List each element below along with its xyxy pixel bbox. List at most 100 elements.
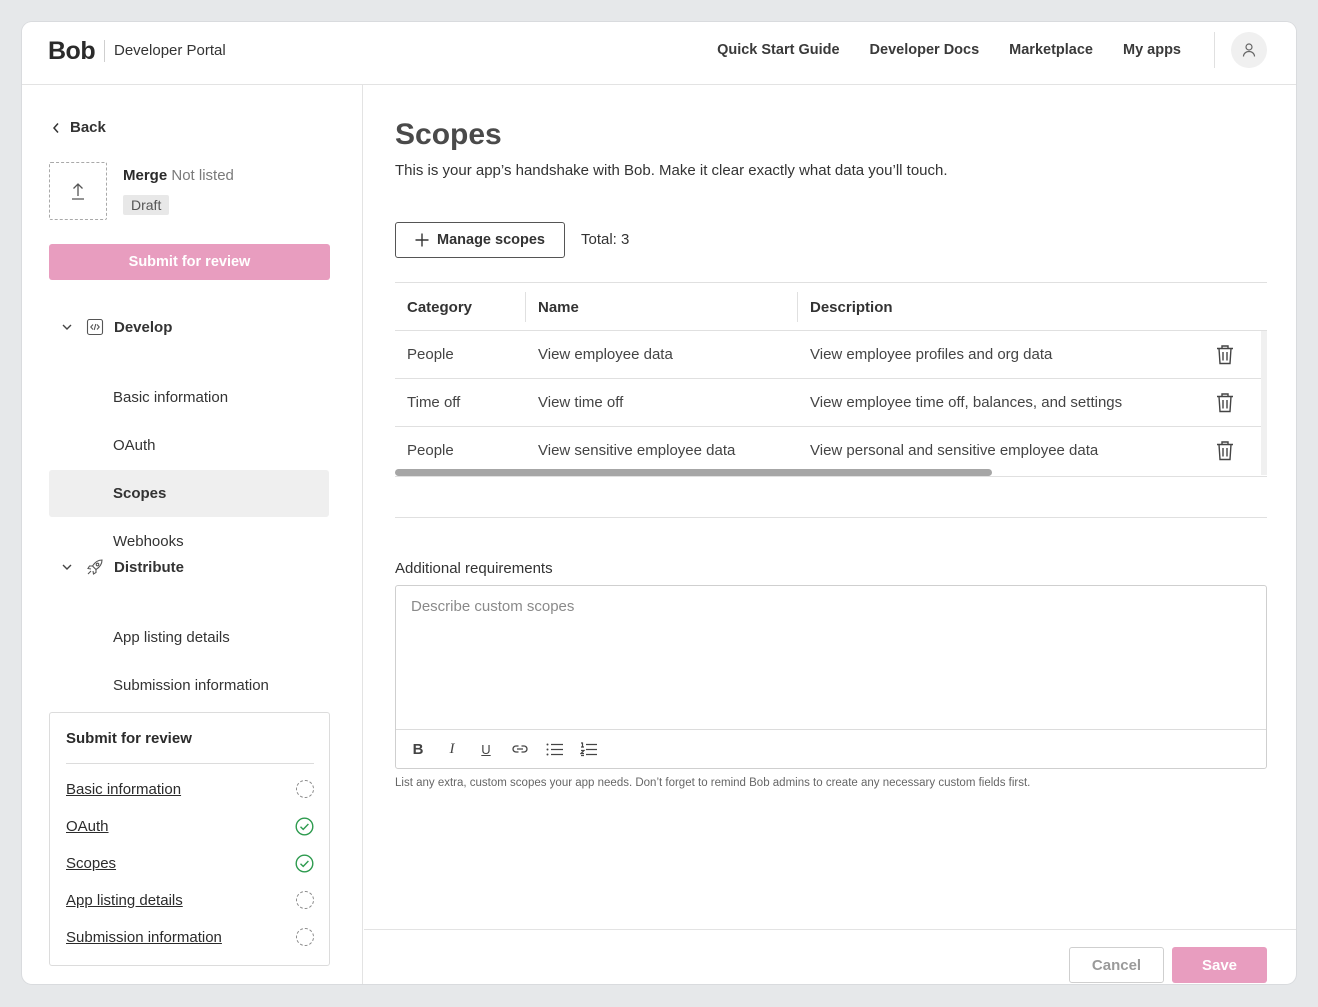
cell-description: View personal and sensitive employee dat… (810, 442, 1099, 459)
app-window: Bob Developer Portal Quick Start Guide D… (22, 22, 1296, 984)
footer-bar: Cancel Save (364, 929, 1296, 984)
sidebar-item-oauth[interactable]: OAuth (49, 422, 329, 469)
scopes-table: Category Name Description People View em… (395, 282, 1267, 477)
nav-group-develop[interactable]: Develop (62, 318, 172, 336)
app-name: Merge (123, 167, 168, 184)
table-row: People View employee data View employee … (395, 331, 1261, 379)
italic-icon[interactable]: I (442, 739, 462, 759)
chevron-down-icon (62, 324, 72, 330)
link-icon[interactable] (510, 739, 530, 759)
save-button[interactable]: Save (1172, 947, 1267, 983)
top-nav: Quick Start Guide Developer Docs Marketp… (717, 42, 1181, 58)
sidebar: Back Merge Not listed Draft Submit for r… (22, 85, 363, 984)
incomplete-circle-icon (296, 780, 314, 798)
back-link[interactable]: Back (52, 119, 106, 136)
trash-icon[interactable] (1215, 392, 1235, 413)
rocket-icon (87, 559, 103, 575)
checklist-link-submission-information[interactable]: Submission information (66, 929, 222, 946)
status-badge: Draft (123, 195, 170, 215)
avatar[interactable] (1231, 32, 1267, 68)
app-name-line: Merge Not listed (123, 167, 234, 184)
table-row: People View sensitive employee data View… (395, 427, 1261, 475)
additional-requirements-label: Additional requirements (395, 560, 553, 577)
checklist-link-app-listing-details[interactable]: App listing details (66, 892, 183, 909)
numbered-list-icon[interactable] (578, 739, 598, 759)
nav-divider (1214, 32, 1215, 68)
manage-scopes-button[interactable]: Manage scopes (395, 222, 565, 258)
nav-group-distribute[interactable]: Distribute (62, 558, 184, 576)
cancel-button[interactable]: Cancel (1069, 947, 1164, 983)
bob-logo[interactable]: Bob (48, 37, 96, 66)
cell-description: View employee profiles and org data (810, 346, 1053, 363)
cell-category: People (407, 346, 454, 363)
page-title: Scopes (395, 118, 502, 151)
review-checklist: Submit for review Basic information OAut… (49, 712, 330, 966)
sidebar-item-scopes[interactable]: Scopes (49, 470, 329, 517)
editor-toolbar: B I U (396, 729, 1266, 768)
checklist-link-oauth[interactable]: OAuth (66, 818, 109, 835)
cell-name: View time off (538, 394, 624, 411)
additional-requirements-input[interactable] (396, 586, 1266, 729)
incomplete-circle-icon (296, 928, 314, 946)
check-circle-icon (295, 817, 314, 836)
scopes-total: Total: 3 (581, 231, 630, 248)
cell-category: Time off (407, 394, 461, 411)
trash-icon[interactable] (1215, 344, 1235, 365)
horizontal-scrollbar[interactable] (395, 469, 992, 476)
column-header-description[interactable]: Description (810, 299, 893, 316)
upload-icon (72, 183, 84, 200)
user-icon (1242, 43, 1256, 57)
main-content: Scopes This is your app’s handshake with… (364, 85, 1296, 984)
column-resizer[interactable] (525, 292, 526, 322)
cell-name: View employee data (538, 346, 673, 363)
rich-text-editor: B I U (395, 585, 1267, 769)
checklist-item: OAuth (66, 817, 314, 836)
plus-icon (415, 233, 429, 247)
cell-category: People (407, 442, 454, 459)
table-header: Category Name Description (395, 283, 1267, 331)
chevron-down-icon (62, 564, 72, 570)
cell-name: View sensitive employee data (538, 442, 736, 459)
chevron-left-icon (52, 122, 59, 133)
page-subtitle: This is your app’s handshake with Bob. M… (395, 162, 948, 179)
checklist-item: App listing details (66, 891, 314, 909)
checklist-link-basic-information[interactable]: Basic information (66, 781, 181, 798)
portal-title: Developer Portal (114, 42, 226, 59)
sidebar-item-basic-information[interactable]: Basic information (49, 374, 329, 421)
sidebar-item-submission-information[interactable]: Submission information (49, 662, 329, 709)
code-icon (86, 318, 104, 336)
app-logo-upload[interactable] (49, 162, 107, 220)
manage-scopes-label: Manage scopes (437, 232, 545, 248)
column-header-name[interactable]: Name (538, 299, 579, 316)
incomplete-circle-icon (296, 891, 314, 909)
section-divider (395, 517, 1267, 518)
checklist-item: Basic information (66, 780, 314, 798)
listing-status: Not listed (171, 167, 234, 184)
back-label: Back (70, 119, 106, 136)
checklist-item: Scopes (66, 854, 314, 873)
vertical-scrollbar[interactable] (1261, 331, 1267, 475)
bold-icon[interactable]: B (408, 739, 428, 759)
review-checklist-title: Submit for review (66, 730, 192, 747)
sidebar-item-app-listing-details[interactable]: App listing details (49, 614, 329, 661)
nav-developer-docs[interactable]: Developer Docs (870, 42, 980, 58)
bullet-list-icon[interactable] (544, 739, 564, 759)
requirements-hint: List any extra, custom scopes your app n… (395, 777, 1031, 789)
cell-description: View employee time off, balances, and se… (810, 394, 1123, 411)
checklist-item: Submission information (66, 928, 314, 946)
submit-for-review-button[interactable]: Submit for review (49, 244, 330, 280)
nav-group-distribute-label: Distribute (114, 558, 185, 576)
column-header-category[interactable]: Category (407, 299, 472, 316)
checklist-link-scopes[interactable]: Scopes (66, 855, 116, 872)
top-bar: Bob Developer Portal Quick Start Guide D… (22, 22, 1296, 85)
nav-marketplace[interactable]: Marketplace (1009, 42, 1093, 58)
review-separator (66, 763, 314, 764)
nav-quick-start-guide[interactable]: Quick Start Guide (717, 42, 839, 58)
trash-icon[interactable] (1215, 440, 1235, 461)
logo-divider (104, 40, 105, 62)
column-resizer[interactable] (797, 292, 798, 322)
check-circle-icon (295, 854, 314, 873)
underline-icon[interactable]: U (476, 739, 496, 759)
table-row: Time off View time off View employee tim… (395, 379, 1261, 427)
nav-my-apps[interactable]: My apps (1123, 42, 1181, 58)
